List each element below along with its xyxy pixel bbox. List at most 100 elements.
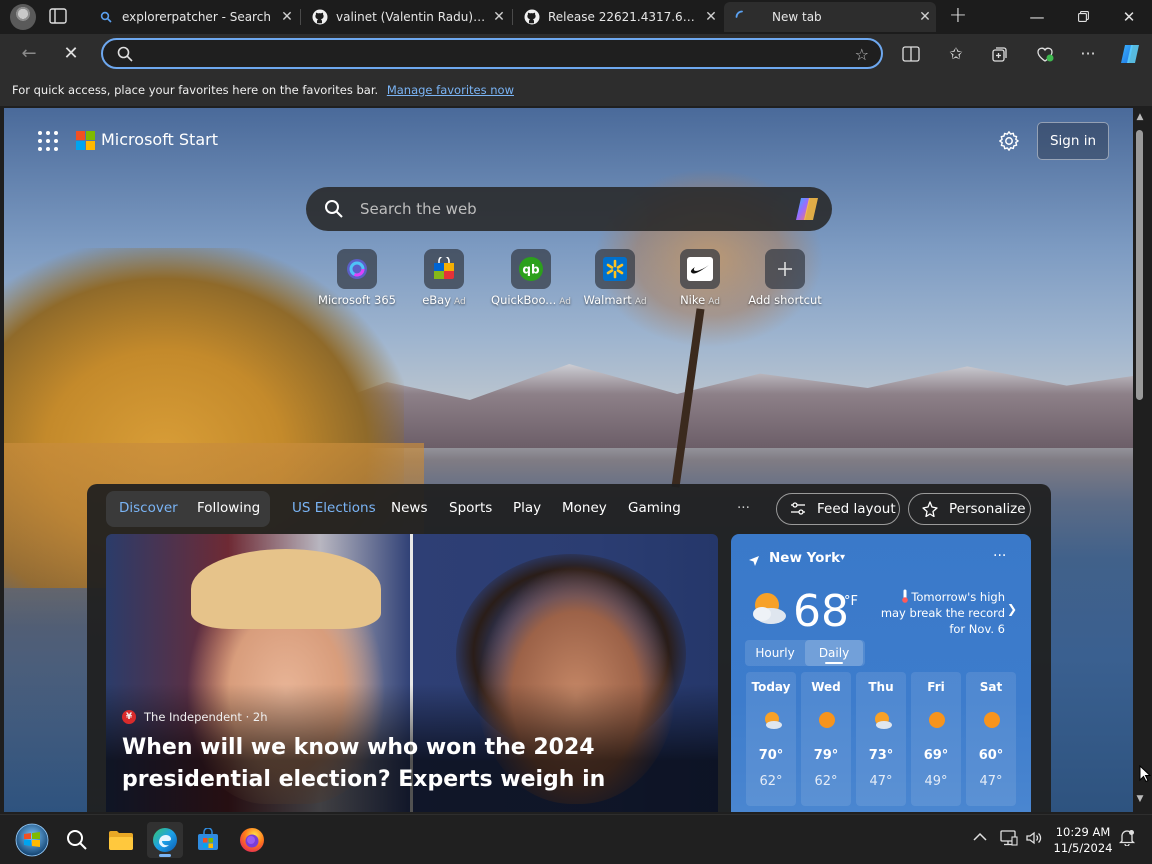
tab-news[interactable]: News	[391, 500, 427, 516]
day-high: 69°	[923, 748, 949, 763]
publisher-logo-icon: ¥	[122, 710, 136, 724]
scroll-thumb[interactable]	[1136, 130, 1143, 400]
tab-sports[interactable]: Sports	[449, 500, 492, 516]
shortcut-add[interactable]: Add shortcut	[740, 249, 830, 313]
shortcut-microsoft-365[interactable]: Microsoft 365	[312, 249, 402, 313]
close-icon[interactable]: ✕	[700, 9, 722, 25]
web-search-box[interactable]: Search the web	[306, 187, 832, 231]
volume-icon[interactable]	[1025, 830, 1043, 850]
collections-icon[interactable]	[988, 43, 1012, 65]
current-temperature: 68	[793, 586, 849, 637]
notification-bell-icon[interactable]	[1118, 828, 1136, 850]
manage-favorites-link[interactable]: Manage favorites now	[387, 83, 514, 97]
tab-explorerpatcher-search[interactable]: explorerpatcher - Search ✕	[88, 2, 298, 32]
hero-photo-left	[191, 549, 381, 629]
profile-avatar[interactable]	[10, 4, 36, 30]
gear-icon[interactable]	[998, 130, 1020, 152]
sign-in-button[interactable]: Sign in	[1037, 122, 1109, 160]
address-input[interactable]	[141, 45, 841, 63]
new-tab-button[interactable]: +	[946, 5, 970, 29]
tab-money[interactable]: Money	[562, 500, 607, 516]
favorite-star-icon[interactable]: ☆	[855, 45, 869, 64]
close-window-button[interactable]: ✕	[1106, 4, 1152, 30]
tab-daily[interactable]: Daily	[805, 640, 863, 666]
restore-button[interactable]	[1060, 4, 1106, 30]
scroll-up-icon[interactable]: ▲	[1134, 112, 1146, 122]
chevron-down-icon[interactable]: ▾	[840, 552, 845, 563]
browser-essentials-icon[interactable]	[1033, 43, 1057, 65]
stop-loading-button[interactable]: ✕	[58, 42, 84, 66]
close-icon[interactable]: ✕	[914, 9, 936, 25]
personalize-button[interactable]: Personalize	[908, 493, 1031, 525]
firefox-icon[interactable]	[234, 822, 270, 858]
start-header: Microsoft Start Sign in	[4, 108, 1133, 174]
shortcut-walmart[interactable]: Walmart Ad	[570, 249, 660, 313]
tab-valinet-github[interactable]: valinet (Valentin Radu) · GitHub ✕	[302, 2, 510, 32]
tab-actions-icon[interactable]	[48, 7, 70, 27]
shortcut-ebay[interactable]: eBay Ad	[399, 249, 489, 313]
scroll-down-icon[interactable]: ▼	[1134, 794, 1146, 804]
copilot-icon[interactable]	[792, 195, 822, 223]
split-screen-icon[interactable]	[899, 43, 923, 65]
sliders-icon	[791, 502, 805, 515]
partly-sunny-icon	[871, 710, 893, 734]
start-button[interactable]	[14, 822, 50, 858]
brand-title[interactable]: Microsoft Start	[101, 130, 218, 149]
tab-gaming[interactable]: Gaming	[628, 500, 681, 516]
close-icon[interactable]: ✕	[488, 9, 510, 25]
minimize-button[interactable]: —	[1014, 4, 1060, 30]
shortcut-quickbooks[interactable]: qb QuickBoo... Ad	[486, 249, 576, 313]
network-icon[interactable]	[1000, 830, 1018, 850]
weather-more-button[interactable]: ···	[993, 548, 1006, 564]
clock-date: 11/5/2024	[1053, 841, 1113, 855]
back-button[interactable]: ←	[16, 42, 42, 66]
loading-icon	[734, 9, 750, 25]
tab-us-elections[interactable]: US Elections	[292, 500, 376, 516]
temperature-unit[interactable]: °F	[844, 594, 858, 609]
clock-time: 10:29 AM	[1055, 825, 1111, 839]
taskbar-search-icon[interactable]	[59, 822, 95, 858]
file-explorer-icon[interactable]	[103, 822, 139, 858]
news-source[interactable]: ¥ The Independent · 2h	[122, 710, 268, 724]
favorites-icon[interactable]: ✩	[944, 43, 968, 65]
forecast-day[interactable]: Sat 60° 47°	[966, 672, 1016, 806]
tab-hourly[interactable]: Hourly	[745, 640, 805, 666]
partly-sunny-icon	[745, 588, 789, 632]
day-name: Wed	[811, 680, 841, 694]
tab-discover[interactable]: Discover	[119, 500, 178, 516]
edge-icon[interactable]	[147, 822, 183, 858]
forecast-day[interactable]: Today 70° 62°	[746, 672, 796, 806]
forecast-day[interactable]: Thu 73° 47°	[856, 672, 906, 806]
taskbar-clock[interactable]: 10:29 AM 11/5/2024	[1050, 824, 1116, 856]
feed-layout-button[interactable]: Feed layout	[776, 493, 900, 525]
close-icon[interactable]: ✕	[276, 9, 298, 25]
chevron-right-icon[interactable]: ❯	[1007, 602, 1017, 616]
tab-release-github[interactable]: Release 22621.4317.67.1 · valinet ✕	[514, 2, 722, 32]
shortcut-label: eBay	[422, 293, 452, 307]
shortcut-label: QuickBoo...	[491, 293, 557, 307]
sparkle-icon	[922, 501, 938, 517]
microsoft-store-icon[interactable]	[190, 822, 226, 858]
weather-card[interactable]: New York ▾ ··· 68 °F Tomorrow's high may…	[731, 534, 1031, 812]
shortcut-nike[interactable]: Nike Ad	[655, 249, 745, 313]
copilot-icon[interactable]	[1117, 43, 1143, 65]
address-bar[interactable]: ☆	[101, 38, 883, 69]
day-low: 47°	[979, 774, 1003, 789]
show-hidden-icons-chevron-icon[interactable]	[973, 830, 987, 846]
toolbar: ← ✕ ☆ ✩ ···	[0, 34, 1152, 74]
weather-alert[interactable]: Tomorrow's high may break the record for…	[879, 589, 1005, 637]
more-options-icon[interactable]: ···	[1076, 43, 1100, 65]
tab-play[interactable]: Play	[513, 500, 541, 516]
tab-following[interactable]: Following	[197, 500, 260, 516]
feed-layout-label: Feed layout	[817, 501, 896, 517]
app-launcher-icon[interactable]	[38, 131, 58, 151]
hero-news-card[interactable]: ¥ The Independent · 2h When will we know…	[106, 534, 718, 812]
weather-location[interactable]: New York	[769, 550, 840, 566]
tab-new-tab[interactable]: New tab ✕	[724, 2, 936, 32]
page-scrollbar[interactable]: ▲ ▼	[1133, 108, 1152, 812]
hero-headline[interactable]: When will we know who won the 2024 presi…	[122, 732, 702, 796]
day-high: 60°	[978, 748, 1004, 763]
forecast-day[interactable]: Fri 69° 49°	[911, 672, 961, 806]
more-topics-button[interactable]: ···	[737, 500, 750, 516]
forecast-day[interactable]: Wed 79° 62°	[801, 672, 851, 806]
